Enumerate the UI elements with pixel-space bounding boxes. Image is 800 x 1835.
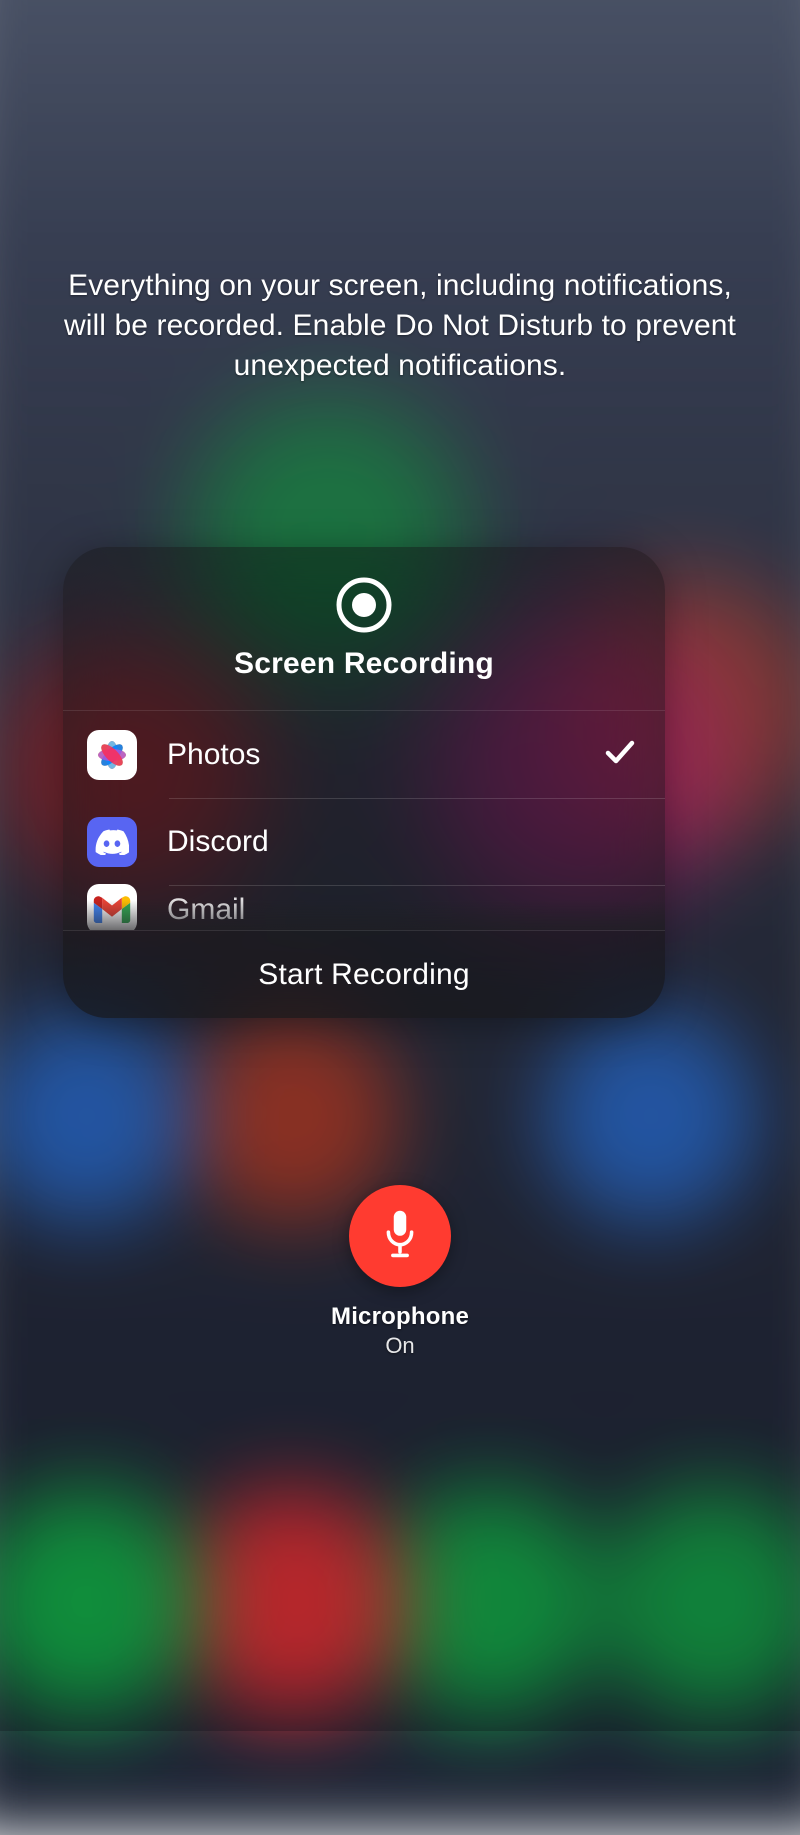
microphone-state: On [385,1333,414,1359]
panel-header: Screen Recording [63,547,665,711]
app-label: Discord [167,825,635,859]
microphone-icon [380,1209,420,1264]
start-recording-button[interactable]: Start Recording [63,930,665,1018]
microphone-toggle-button[interactable] [349,1185,451,1287]
broadcast-app-list[interactable]: Photos Discord [63,711,665,930]
screen-recording-sheet: Everything on your screen, including not… [0,0,800,1731]
gmail-icon [87,884,137,930]
record-icon [336,577,392,633]
photos-icon [87,730,137,780]
checkmark-icon [605,735,635,774]
app-label: Gmail [167,893,635,927]
app-label: Photos [167,738,605,772]
app-row-discord[interactable]: Discord [63,798,665,885]
microphone-label: Microphone [331,1303,469,1331]
recording-info-text: Everything on your screen, including not… [60,266,740,386]
app-row-gmail[interactable]: Gmail [63,885,665,929]
microphone-control: Microphone On [0,1185,800,1359]
screen-recording-panel: Screen Recording [63,547,665,1018]
panel-title: Screen Recording [234,647,494,681]
discord-icon [87,817,137,867]
app-row-photos[interactable]: Photos [63,711,665,798]
